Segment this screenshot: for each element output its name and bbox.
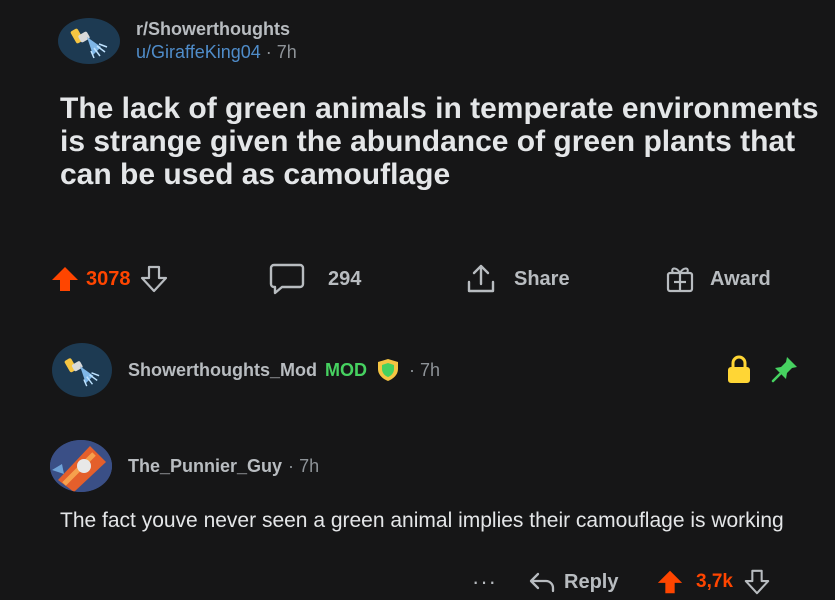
commenter-avatar[interactable] <box>50 440 112 492</box>
comment-action-bar: ··· Reply 3,7k <box>460 566 820 600</box>
post-meta: u/GiraffeKing04 · 7h <box>136 40 297 64</box>
shower-head-icon <box>64 358 100 387</box>
subreddit-avatar[interactable] <box>58 18 120 64</box>
meta-separator: · <box>260 42 277 62</box>
pin-icon <box>771 357 797 383</box>
upvote-arrow-icon[interactable] <box>656 568 684 596</box>
share-button[interactable]: Share <box>464 260 570 298</box>
reply-label: Reply <box>564 570 619 593</box>
post-header: r/Showerthoughts u/GiraffeKing04 · 7h <box>58 18 297 64</box>
post-title[interactable]: The lack of green animals in temperate e… <box>60 92 820 191</box>
reply-button[interactable]: Reply <box>528 566 618 598</box>
comments-count: 294 <box>328 267 362 290</box>
upvote-arrow-icon[interactable] <box>50 264 80 294</box>
snoo-avatar-icon <box>50 440 112 492</box>
post-age: 7h <box>276 42 297 62</box>
mod-avatar[interactable] <box>52 343 112 397</box>
award-gift-icon <box>666 267 694 293</box>
lock-icon <box>728 355 750 383</box>
reddit-post-view: r/Showerthoughts u/GiraffeKing04 · 7h Th… <box>0 0 835 600</box>
vote-group: 3078 <box>50 260 169 298</box>
meta-separator: · <box>408 359 415 380</box>
comment-header: The_Punnier_Guy · 7h <box>50 440 319 492</box>
post-header-text: r/Showerthoughts u/GiraffeKing04 · 7h <box>136 18 297 64</box>
downvote-arrow-icon[interactable] <box>139 264 169 294</box>
comment-bubble-icon <box>269 263 305 295</box>
shower-head-icon <box>70 28 108 59</box>
comment-body: The fact youve never seen a green animal… <box>60 509 784 532</box>
comment-meta: · 7h <box>288 456 319 477</box>
reply-arrow-icon <box>529 572 555 593</box>
comment-age: 7h <box>299 455 320 476</box>
mod-comment-header: Showerthoughts_Mod MOD · 7h <box>52 340 812 400</box>
mod-comment-meta: · 7h <box>409 360 440 381</box>
award-button[interactable]: Award <box>664 260 771 298</box>
comments-button[interactable]: 294 <box>268 260 361 298</box>
downvote-arrow-icon[interactable] <box>743 568 771 596</box>
award-label: Award <box>710 267 771 290</box>
comment-vote-group: 3,7k <box>656 566 771 598</box>
more-options-button[interactable]: ··· <box>472 566 497 598</box>
post-score: 3078 <box>86 267 131 290</box>
mod-shield-icon <box>377 359 398 381</box>
subreddit-name[interactable]: r/Showerthoughts <box>136 18 297 40</box>
mod-comment-age: 7h <box>420 359 441 380</box>
post-action-bar: 3078 294 Share Award <box>50 260 810 300</box>
share-icon <box>467 264 495 293</box>
meta-separator: · <box>288 455 295 476</box>
post-author[interactable]: u/GiraffeKing04 <box>136 42 261 62</box>
comment-score: 3,7k <box>696 571 733 592</box>
share-label: Share <box>514 267 570 290</box>
mod-username[interactable]: Showerthoughts_Mod <box>128 360 317 381</box>
comment-username[interactable]: The_Punnier_Guy <box>128 456 282 477</box>
mod-badge: MOD <box>324 359 367 380</box>
mod-status-icons <box>726 354 800 384</box>
